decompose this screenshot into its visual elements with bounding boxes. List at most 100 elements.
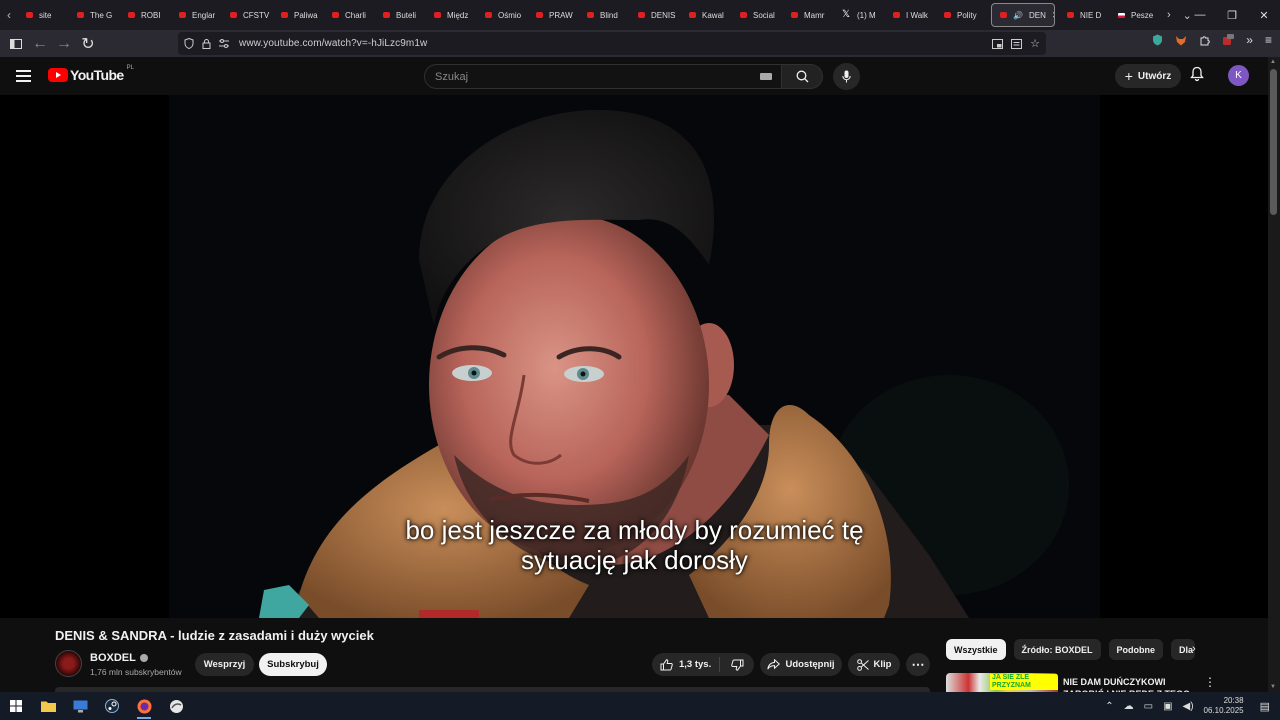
- volume-icon[interactable]: ◀): [1183, 701, 1194, 712]
- minimize-icon[interactable]: —: [1184, 0, 1216, 30]
- chevron-right-icon[interactable]: ›: [1192, 643, 1196, 655]
- notification-center-icon[interactable]: ▤: [1260, 700, 1270, 713]
- browser-tab[interactable]: ROBI: [120, 3, 171, 27]
- file-explorer-icon[interactable]: [32, 692, 64, 720]
- browser-tab[interactable]: Social: [732, 3, 783, 27]
- onedrive-cloud-icon[interactable]: ☁: [1124, 701, 1134, 712]
- speaker-playing-icon[interactable]: 🔊: [1013, 11, 1023, 20]
- channel-avatar[interactable]: [55, 650, 82, 677]
- window-close-icon[interactable]: ✕: [1248, 0, 1280, 30]
- network-icon[interactable]: ▣: [1163, 701, 1172, 712]
- fox-extension-icon[interactable]: [1175, 35, 1187, 46]
- notifications-bell-icon[interactable]: [1190, 66, 1204, 87]
- youtube-logo[interactable]: YouTube PL: [48, 65, 134, 83]
- more-actions-button[interactable]: ⋯: [906, 653, 930, 676]
- url-text[interactable]: www.youtube.com/watch?v=-hJiLzc9m1w: [239, 38, 427, 49]
- browser-tab[interactable]: Paliwa: [273, 3, 324, 27]
- account-avatar[interactable]: K: [1228, 65, 1249, 86]
- browser-tab[interactable]: Polity: [936, 3, 987, 27]
- clock-time: 20:38: [1223, 696, 1244, 705]
- start-windows-icon[interactable]: [0, 692, 32, 720]
- youtube-favicon-icon: [740, 12, 747, 18]
- keyboard-icon[interactable]: [760, 73, 772, 80]
- youtube-favicon-icon: [689, 12, 696, 18]
- page-scrollbar[interactable]: ▲ ▼: [1268, 57, 1280, 692]
- dislike-button[interactable]: [720, 659, 754, 671]
- guide-menu-icon[interactable]: [16, 70, 31, 86]
- tab-label: Englar: [192, 10, 216, 20]
- like-button[interactable]: 1,3 tys.: [652, 657, 720, 672]
- app-menu-icon[interactable]: ≡: [1265, 33, 1272, 47]
- scroll-up-icon[interactable]: ▲: [1270, 59, 1276, 65]
- steam-icon[interactable]: [96, 692, 128, 720]
- browser-tab[interactable]: PRAW: [528, 3, 579, 27]
- reader-view-icon[interactable]: [1011, 38, 1023, 49]
- picture-in-picture-icon[interactable]: [992, 38, 1004, 49]
- tab-active[interactable]: 🔊 DEN ✕: [991, 3, 1055, 27]
- subscribe-button[interactable]: Subskrybuj: [259, 653, 327, 676]
- create-button[interactable]: + Utwórz: [1115, 64, 1181, 88]
- reload-icon[interactable]: ↻: [76, 33, 100, 55]
- recommended-video[interactable]: JA SIE ZLE PRZYZNAM NIE DAM DUŃCZYKOWI Z…: [946, 673, 1246, 692]
- thumbs-up-icon: [660, 658, 673, 670]
- browser-tab[interactable]: Buteli: [375, 3, 426, 27]
- tab-close-icon[interactable]: ✕: [1052, 10, 1054, 21]
- firefox-icon[interactable]: [128, 692, 160, 720]
- browser-tab[interactable]: NIE D: [1059, 3, 1110, 27]
- shield-icon[interactable]: [184, 38, 194, 49]
- chip-related[interactable]: Podobne: [1108, 639, 1164, 660]
- tab-scroll-right-icon[interactable]: ›: [1167, 9, 1171, 21]
- browser-tab[interactable]: DENIS: [630, 3, 681, 27]
- tab-label: I Walk: [906, 10, 928, 20]
- search-button[interactable]: [782, 64, 823, 89]
- extensions-icon[interactable]: [1199, 35, 1210, 46]
- browser-tab[interactable]: I Walk: [885, 3, 936, 27]
- clock[interactable]: 20:38 06.10.2025: [1204, 696, 1244, 716]
- lock-icon[interactable]: [202, 38, 211, 49]
- chip-all[interactable]: Wszystkie: [946, 639, 1006, 660]
- adblock-badge-icon[interactable]: [1222, 34, 1235, 46]
- clip-button[interactable]: Klip: [848, 653, 900, 676]
- browser-tab[interactable]: site: [18, 3, 69, 27]
- remote-desktop-icon[interactable]: [64, 692, 96, 720]
- browser-tab[interactable]: CFSTV: [222, 3, 273, 27]
- browser-tab[interactable]: Kawal: [681, 3, 732, 27]
- support-button[interactable]: Wesprzyj: [195, 653, 254, 676]
- permissions-icon[interactable]: [219, 39, 229, 48]
- scrollbar-thumb[interactable]: [1270, 69, 1277, 215]
- sidebar-toggle-icon[interactable]: [4, 33, 28, 55]
- search-input[interactable]: Szukaj: [424, 64, 782, 89]
- voice-search-button[interactable]: [833, 63, 860, 90]
- browser-tab[interactable]: Blind: [579, 3, 630, 27]
- tab-scroll-left-icon[interactable]: ‹: [0, 0, 18, 30]
- more-tools-icon[interactable]: »: [1246, 33, 1253, 47]
- forward-icon[interactable]: →: [52, 33, 76, 55]
- tray-expand-icon[interactable]: ⌃: [1105, 701, 1113, 712]
- recommended-title[interactable]: NIE DAM DUŃCZYKOWI ZAROBIĆ I NIE BĘDĘ Z …: [1063, 676, 1191, 692]
- more-vertical-icon[interactable]: ⋮: [1204, 675, 1216, 689]
- scroll-down-icon[interactable]: ▼: [1270, 684, 1276, 690]
- browser-tab[interactable]: Mamr: [783, 3, 834, 27]
- recommended-thumbnail[interactable]: JA SIE ZLE PRZYZNAM: [946, 673, 1058, 692]
- os-taskbar: ⌃ ☁ ▭ ▣ ◀) 20:38 06.10.2025 ▤: [0, 692, 1280, 720]
- flag-icon: [1118, 12, 1125, 18]
- browser-tab[interactable]: The G: [69, 3, 120, 27]
- video-player[interactable]: bo jest jeszcze za młody by rozumieć tę …: [0, 95, 1268, 618]
- browser-tab[interactable]: Pesze: [1110, 3, 1161, 27]
- browser-tab[interactable]: Englar: [171, 3, 222, 27]
- url-bar[interactable]: www.youtube.com/watch?v=-hJiLzc9m1w ☆: [178, 32, 1046, 55]
- video-frame[interactable]: bo jest jeszcze za młody by rozumieć tę …: [169, 95, 1100, 618]
- channel-name[interactable]: BOXDEL: [90, 652, 136, 664]
- restore-icon[interactable]: ❐: [1216, 0, 1248, 30]
- vpn-shield-icon[interactable]: [1152, 34, 1163, 46]
- browser-tab[interactable]: 𝕏 (1) M: [834, 3, 885, 27]
- usb-device-icon[interactable]: ▭: [1144, 701, 1153, 712]
- bookmark-star-icon[interactable]: ☆: [1030, 38, 1040, 49]
- chip-source[interactable]: Źródło: BOXDEL: [1013, 639, 1101, 660]
- share-button[interactable]: Udostępnij: [760, 653, 842, 676]
- wireguard-icon[interactable]: [160, 692, 192, 720]
- browser-tab[interactable]: Charli: [324, 3, 375, 27]
- browser-tab[interactable]: Międz: [426, 3, 477, 27]
- back-icon[interactable]: ←: [28, 33, 52, 55]
- browser-tab[interactable]: Ośmio: [477, 3, 528, 27]
